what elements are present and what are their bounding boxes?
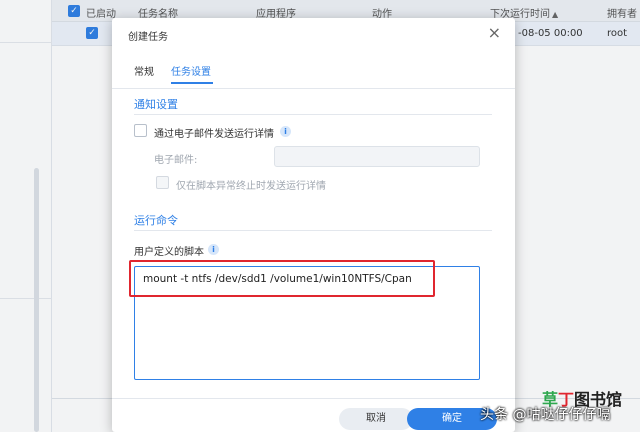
abnormal-only-checkbox[interactable] [156,176,169,189]
create-task-dialog: 创建任务 × 常规 任务设置 通知设置 通过电子邮件发送运行详情 i 电子邮件:… [112,18,515,432]
watermark-sub: 头条 @咕哒仔仔仔嗝 [480,407,611,423]
script-label: 用户定义的脚本 [134,247,204,258]
info-icon[interactable]: i [208,244,219,255]
info-icon[interactable]: i [280,126,291,137]
watermark: 草丁图书馆 头条 @咕哒仔仔仔嗝 [480,386,640,432]
section-divider [134,114,492,115]
tab-divider [112,88,515,89]
run-command-section-title: 运行命令 [134,214,178,227]
email-input[interactable] [274,146,480,167]
email-details-label: 通过电子邮件发送运行详情 [154,129,274,140]
highlight-annotation [129,260,435,297]
notification-section-title: 通知设置 [134,98,178,111]
tab-task-settings[interactable]: 任务设置 [171,63,211,78]
abnormal-only-label: 仅在脚本异常终止时发送运行详情 [176,181,326,192]
footer-divider [112,398,515,399]
active-tab-indicator [171,82,213,84]
email-field-label: 电子邮件: [154,155,198,166]
email-details-checkbox[interactable] [134,124,147,137]
cancel-button[interactable]: 取消 [339,408,413,430]
section-divider [134,230,492,231]
tab-general[interactable]: 常规 [134,63,154,78]
close-icon[interactable]: × [488,24,501,42]
dialog-title: 创建任务 [128,32,168,43]
